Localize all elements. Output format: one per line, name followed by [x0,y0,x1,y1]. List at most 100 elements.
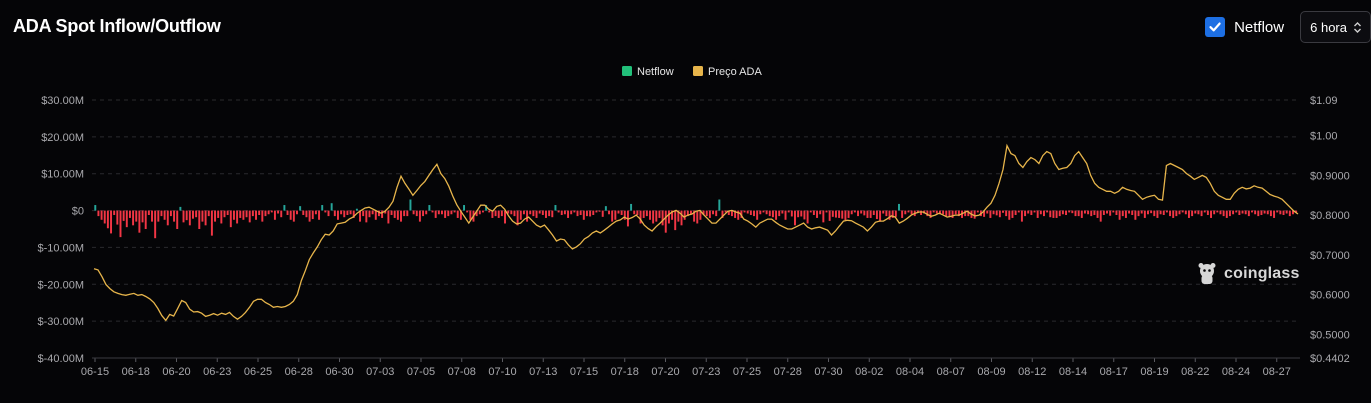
netflow-bar [513,210,516,217]
netflow-bar [1194,210,1197,214]
netflow-bar [1087,210,1090,215]
netflow-bar [418,210,421,222]
netflow-bar [567,210,570,218]
netflow-bar [1077,210,1080,217]
netflow-bar [708,210,711,218]
netflow-bar [548,210,551,217]
netflow-bar [311,210,314,220]
netflow-bar [998,210,1001,218]
netflow-bar [1020,210,1023,222]
netflow-bar [526,210,529,222]
netflow-bar [803,210,806,220]
netflow-bar [652,210,655,224]
netflow-bar [113,210,116,215]
x-tick-label: 08-24 [1222,366,1250,378]
netflow-bar [831,210,834,217]
x-tick-label: 06-25 [244,366,272,378]
legend-item: Netflow [622,66,674,78]
netflow-bar [258,210,261,215]
x-tick-label: 08-09 [977,366,1005,378]
netflow-bar [1121,210,1124,217]
netflow-bar [570,210,573,215]
netflow-bar [1134,210,1137,220]
netflow-bar [1269,210,1272,217]
netflow-bar [1276,210,1279,213]
netflow-bar [636,210,639,215]
netflow-bar [976,210,979,213]
netflow-bar [910,210,913,215]
netflow-bar [412,210,415,215]
netflow-bar [277,210,280,214]
netflow-bar [494,210,497,217]
watermark-text: coinglass [1224,265,1300,282]
netflow-bar [469,210,472,220]
netflow-bar [343,210,346,218]
netflow-bar [1206,210,1209,215]
y-right-tick-label: $0.7000 [1310,250,1350,262]
netflow-bar [1033,210,1036,213]
netflow-bar [838,210,841,218]
netflow-bar [1131,210,1134,215]
netflow-bar [1036,210,1039,218]
netflow-bar [324,210,327,213]
netflow-bar [400,210,402,222]
netflow-bar [245,210,248,218]
netflow-bar [434,210,437,218]
netflow-bar [775,210,778,220]
netflow-bar [147,210,150,215]
netflow-bar [604,206,607,211]
netflow-bar [106,210,109,229]
netflow-bar [1244,210,1247,215]
netflow-bar [771,210,774,218]
netflow-bar [210,210,213,236]
y-left-tick-label: $-20.00M [38,279,84,291]
netflow-bar [1046,210,1049,213]
netflow-bar [441,210,443,215]
netflow-bar [500,210,503,217]
x-tick-label: 07-18 [611,366,639,378]
netflow-bar [585,210,588,217]
netflow-bar [1216,210,1219,213]
netflow-bar [466,210,469,213]
netflow-bar [765,210,768,215]
netflow-bar [226,210,229,215]
netflow-bar [365,210,368,223]
x-tick-label: 08-22 [1181,366,1209,378]
netflow-bar [834,210,837,218]
netflow-bar [608,210,611,215]
netflow-bar [869,210,872,218]
netflow-bar [336,210,339,220]
netflow-bar [954,210,957,215]
y-left-tick-label: $10.00M [41,169,84,181]
netflow-bar [1263,210,1266,214]
netflow-bar [879,210,882,222]
netflow-bar [132,210,135,226]
netflow-bar [617,210,620,214]
netflow-bar [809,210,812,213]
netflow-bar [229,210,232,228]
netflow-bar [898,203,900,211]
netflow-bar [800,210,803,217]
netflow-bar [179,206,182,211]
x-tick-label: 08-07 [937,366,965,378]
netflow-bar [1017,210,1020,213]
netflow-bar [819,210,822,215]
netflow-bar [935,210,938,214]
netflow-bar [355,208,358,211]
netflow-bar [296,210,298,215]
netflow-bar [169,210,172,217]
netflow-bar [220,210,223,224]
netflow-bar [340,210,343,215]
netflow-bar [232,210,235,220]
netflow-bar [1043,210,1045,217]
x-tick-label: 06-18 [122,366,150,378]
netflow-bar [1285,210,1288,214]
x-tick-label: 08-27 [1263,366,1291,378]
netflow-bar [1222,210,1225,217]
x-tick-label: 08-02 [855,366,883,378]
netflow-bar [409,199,412,211]
netflow-bar [1282,210,1285,215]
netflow-bar [1172,210,1175,218]
netflow-bar [128,210,131,218]
x-tick-label: 06-28 [285,366,313,378]
